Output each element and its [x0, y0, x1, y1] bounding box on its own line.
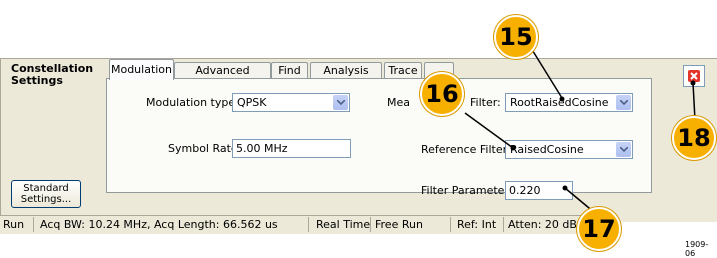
- leader-line-16: [464, 112, 514, 149]
- leader-dot-17: [562, 185, 568, 191]
- leader-dot-18: [690, 80, 696, 86]
- leader-line-18: [692, 82, 696, 121]
- leader-dot-16: [510, 145, 516, 151]
- callout-16: 16: [420, 72, 464, 116]
- callout-15: 15: [494, 15, 538, 59]
- leader-line-15: [530, 47, 563, 99]
- callout-18: 18: [672, 116, 716, 160]
- callout-17: 17: [577, 207, 621, 251]
- leader-dot-15: [559, 96, 565, 102]
